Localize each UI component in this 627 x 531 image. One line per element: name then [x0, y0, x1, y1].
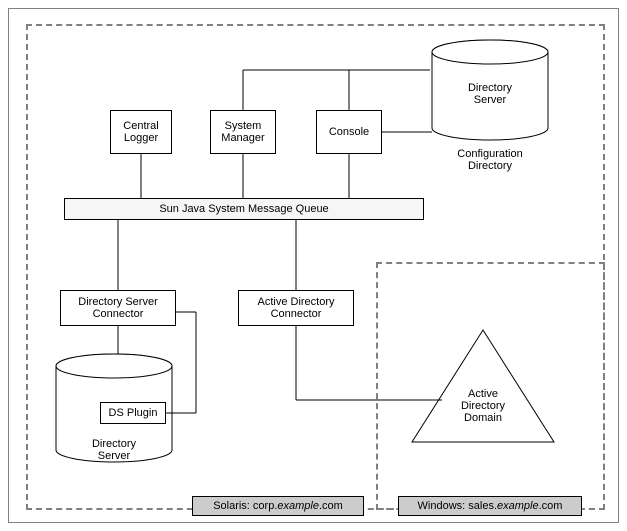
solaris-mid: example — [277, 500, 319, 512]
windows-prefix: Windows: sales. — [418, 500, 497, 512]
windows-mid: example — [497, 500, 539, 512]
windows-footer: Windows: sales.example.com — [398, 496, 582, 516]
central-logger-box: Central Logger — [110, 110, 172, 154]
directory-server-top-label: Directory Server — [430, 82, 550, 106]
system-manager-box: System Manager — [210, 110, 276, 154]
directory-server-connector-box: Directory Server Connector — [60, 290, 176, 326]
message-queue: Sun Java System Message Queue — [64, 198, 424, 220]
configuration-directory-label: Configuration Directory — [430, 148, 550, 172]
solaris-footer: Solaris: corp.example.com — [192, 496, 364, 516]
solaris-prefix: Solaris: corp. — [213, 500, 277, 512]
active-directory-domain-label: Active Directory Domain — [438, 388, 528, 424]
console-box: Console — [316, 110, 382, 154]
active-directory-triangle — [408, 326, 558, 446]
active-directory-connector-box: Active Directory Connector — [238, 290, 354, 326]
solaris-suffix: .com — [319, 500, 343, 512]
ds-plugin-box: DS Plugin — [100, 402, 166, 424]
windows-suffix: .com — [539, 500, 563, 512]
directory-server-bottom-label: Directory Server — [54, 438, 174, 462]
